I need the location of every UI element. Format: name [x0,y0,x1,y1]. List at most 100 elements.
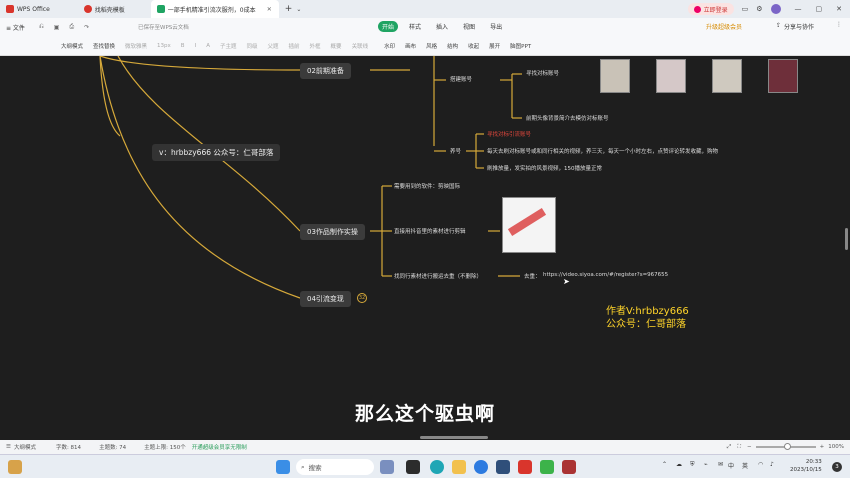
wps-taskbar-icon[interactable] [518,460,532,474]
vertical-scrollbar[interactable] [845,228,848,250]
leaf-nurture-daily[interactable]: 每天去刷对标账号或和同行相关的视频，养三天，每天一个小时左右，点赞评论转发收藏，… [487,147,718,155]
leaf-build-account[interactable]: 搭建账号 [450,75,472,83]
screenshot-thumbnail[interactable] [712,59,742,93]
notification-badge[interactable]: 3 [832,462,842,472]
leaf-find-material[interactable]: 找同行素材进行搬运去重（不删除） [394,272,482,280]
window-icon[interactable]: ▭ [742,5,749,13]
screenshot-thumbnail[interactable] [656,59,686,93]
toolbar-item-2[interactable]: 微软雅黑 [120,42,152,50]
wechat-icon[interactable] [540,460,554,474]
login-button[interactable]: 立即登录 [687,3,734,15]
share-button[interactable]: ⇪ 分享与协作 [776,22,814,31]
menu-tab-0[interactable]: 开始 [378,21,399,32]
maximize-icon[interactable]: ▢ [816,5,823,13]
chevron-up-icon[interactable]: ⌃ [662,461,667,468]
toolbar-item-20[interactable]: 脑图PPT [505,42,536,50]
leaf-nurture-traffic[interactable]: 刷推放量，发实拍的风景视频，150播放量正常 [487,164,602,172]
leaf-dedup-url[interactable]: https://video.siyoa.com/#/register?s=967… [543,272,668,278]
toolbar-item-4[interactable]: B [176,43,190,49]
fit-view-icon[interactable]: ⤢ [727,444,731,451]
zoom-slider[interactable] [755,443,816,450]
file-menu[interactable]: ≡ 文件 [6,23,25,32]
print-icon[interactable]: ⎙ [69,23,74,31]
clock[interactable]: 20:33 2023/10/15 [790,458,822,474]
tab-templates[interactable]: 找稻壳模板 [78,0,131,18]
leaf-software[interactable]: 需要用到的软件：剪映国际 [394,182,460,190]
toolbar-item-8[interactable]: 同级 [241,42,262,50]
settings-icon[interactable]: ⚙ [756,5,762,13]
start-button[interactable] [276,460,290,474]
minimize-icon[interactable]: — [795,5,802,13]
task-view-icon[interactable] [406,460,420,474]
avatar[interactable] [770,4,781,14]
bluetooth-icon[interactable]: ⌁ [704,461,708,468]
menu-tab-4[interactable]: 导出 [486,21,506,32]
node-contact[interactable]: v：hrbbzy666 公众号：仁哥部落 [152,144,281,161]
screenshot-thumbnail[interactable] [768,59,798,93]
leaf-edit-footage[interactable]: 直接用抖音里的素材进行剪辑 [394,227,466,235]
upgrade-hint-link[interactable]: 开通超级会员享无限制 [192,443,247,451]
fullscreen-icon[interactable]: ⛶ [737,444,741,451]
chat-icon[interactable]: ✉ [718,461,723,468]
toolbar-item-1[interactable]: 查找替换 [88,42,120,50]
toolbar-item-5[interactable]: I [190,43,202,49]
leaf-nurture-target[interactable]: 寻找对标引流账号 [487,130,531,138]
toolbar-item-9[interactable]: 父题 [263,42,284,50]
node-02-preparation[interactable]: 02前期准备 [300,63,351,79]
document-thumbnail[interactable] [502,197,556,253]
chevron-down-icon[interactable]: ⌄ [296,6,301,13]
zoom-level[interactable]: 100% [828,444,844,450]
horizontal-scrollbar[interactable] [420,436,488,439]
toolbar-item-18[interactable]: 收起 [463,42,484,50]
notes-icon[interactable] [562,460,576,474]
redo-icon[interactable]: ↷ [84,24,89,31]
toolbar-item-16[interactable]: 风格 [421,42,442,50]
toolbar-item-6[interactable]: A [201,43,215,49]
node-03-production[interactable]: 03作品制作实操 [300,224,365,240]
shield-icon[interactable]: ⛨ [690,461,695,469]
toolbar-item-14[interactable]: 水印 [379,42,400,50]
menu-tab-1[interactable]: 样式 [405,21,425,32]
zoom-in-icon[interactable]: + [820,444,825,450]
ime-mode[interactable]: 英 [742,461,748,470]
menu-tab-3[interactable]: 视图 [459,21,479,32]
toolbar-item-17[interactable]: 结构 [442,42,463,50]
toolbar-item-19[interactable]: 展开 [484,42,505,50]
upgrade-button[interactable]: 升级超级会员 [706,22,742,31]
tab-wps-office[interactable]: WPS Office [0,0,56,18]
mindmap-canvas[interactable]: 02前期准备 v：hrbbzy666 公众号：仁哥部落 03作品制作实操 04引… [0,56,850,440]
app-icon[interactable] [496,460,510,474]
leaf-modify-profile[interactable]: 前期头像背景简介去模仿对标账号 [526,114,609,122]
collapse-badge[interactable]: 32 [357,293,367,303]
tab-mindmap-document[interactable]: 一部手机精准引流次服剂，0成本 ✕ [150,0,279,18]
menu-tab-2[interactable]: 插入 [432,21,452,32]
node-04-monetization[interactable]: 04引流变现 [300,291,351,307]
toolbar-item-12[interactable]: 概要 [326,42,347,50]
toolbar-item-7[interactable]: 子主题 [215,42,242,50]
widgets-icon[interactable] [8,460,22,474]
zoom-out-icon[interactable]: − [747,444,752,450]
toolbar-item-15[interactable]: 画布 [400,42,421,50]
taskbar-search[interactable]: ⌕ 搜索 [296,459,374,475]
toolbar-item-13[interactable]: 关联线 [347,42,374,50]
leaf-find-target[interactable]: 寻找对标账号 [526,69,559,77]
toolbar-item-0[interactable]: 大纲模式 [56,42,88,50]
toolbar-item-10[interactable]: 插前 [284,42,305,50]
undo-icon[interactable]: ⎌ [39,23,44,31]
outline-mode-icon[interactable]: ☰ [6,444,11,450]
wifi-icon[interactable]: ◠ [758,461,763,468]
save-icon[interactable]: ▣ [54,24,60,31]
explorer-icon[interactable] [452,460,466,474]
cloud-icon[interactable]: ☁ [676,461,682,468]
close-icon[interactable]: ✕ [267,6,272,13]
screenshot-thumbnail[interactable] [600,59,630,93]
toolbar-item-3[interactable]: 13px [152,43,176,49]
ime-zh[interactable]: 中 [728,461,734,470]
volume-icon[interactable]: ♪ [770,461,774,468]
edge-icon[interactable] [430,460,444,474]
more-icon[interactable]: ⋮ [836,21,842,28]
leaf-dedup-label[interactable]: 去重： [524,272,541,280]
close-window-icon[interactable]: ✕ [836,5,842,13]
search-highlight-icon[interactable] [380,460,394,474]
new-tab-button[interactable]: + [285,4,293,14]
